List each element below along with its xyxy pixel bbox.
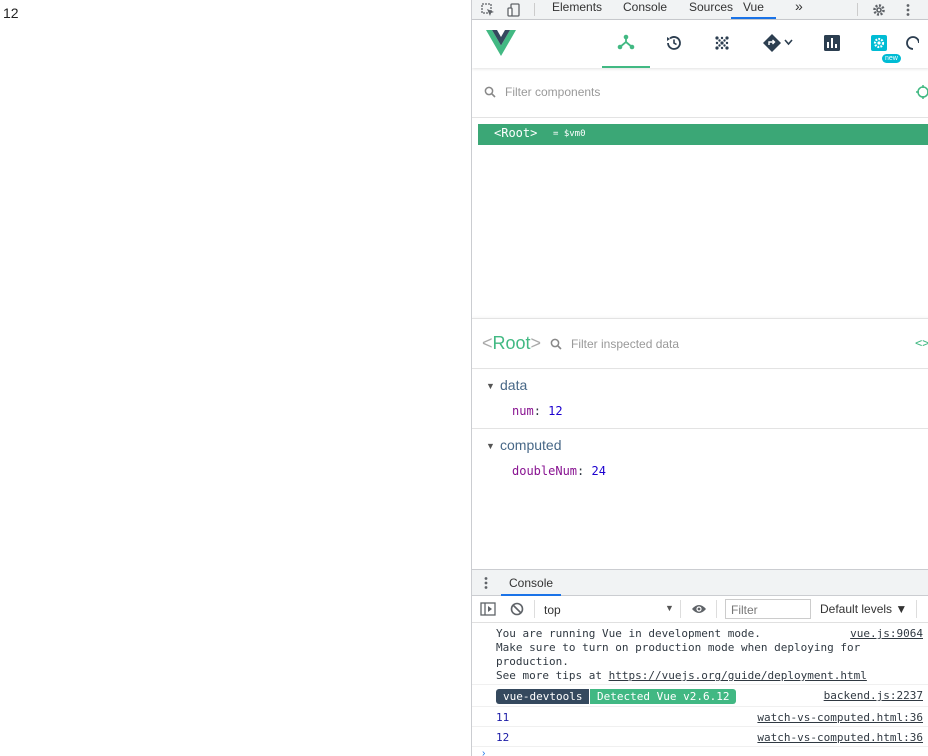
devtools-tabbar: Elements Console Sources Vue » [472,0,928,20]
inspect-element-icon[interactable] [478,0,498,19]
refresh-tab[interactable] [905,20,928,68]
inspect-dom-code-icon[interactable]: <> [915,336,928,350]
devtools-panel: Elements Console Sources Vue » new Filte… [471,0,928,756]
clear-console-icon[interactable] [510,602,524,619]
js-context-select[interactable]: top [544,603,561,617]
device-toolbar-icon[interactable] [504,0,524,19]
events-dots-icon [713,34,731,55]
message-line: production. [496,655,569,668]
show-sidebar-icon[interactable] [480,602,496,619]
components-filter-bar: Filter components [472,68,928,118]
console-message: backend.js:2237 [472,686,928,707]
console-log-row: 12 watch-vs-computed.html:36 [472,727,928,747]
log-value: 12 [496,731,510,744]
toolbar-divider [680,600,681,618]
tabbar-divider [857,3,858,16]
bracket-open: < [482,333,493,353]
performance-tab[interactable] [808,20,856,68]
console-messages: You are running Vue in development mode.… [472,623,928,756]
component-tree-row-root[interactable]: <Root> = $vm0 [478,124,928,145]
message-line: You are running Vue in development mode. [496,627,761,640]
message-text: See more tips at [496,669,609,682]
data-prop-num: num: 12 [512,404,563,418]
search-icon [484,86,496,101]
computed-section: ▼ computed doubleNum: 24 [472,429,928,489]
console-log-row: 11 watch-vs-computed.html:36 [472,707,928,727]
bar-chart-icon [823,34,841,55]
collapse-arrow-icon[interactable]: ▼ [486,381,495,391]
drawer-tab-console[interactable]: Console [501,570,562,596]
inspected-component-name: Root [492,333,531,353]
drawer-menu-icon[interactable] [484,576,488,593]
page-output-text: 12 [3,5,19,21]
log-levels-dropdown[interactable]: Default levels ▼ [820,602,907,616]
message-line: Make sure to turn on production mode whe… [496,641,861,654]
collapse-arrow-icon[interactable]: ▼ [486,441,495,451]
message-line: See more tips at https://vuejs.org/guide… [496,669,867,683]
tab-elements[interactable]: Elements [552,0,602,19]
console-toolbar: top ▼ Filter Default levels ▼ [472,596,928,623]
caret-down-icon: ▼ [665,603,674,613]
settings-gear-icon[interactable] [869,0,889,19]
tabbar-divider [534,3,535,16]
components-tree-icon [617,33,635,54]
refresh-icon [905,34,920,55]
toolbar-divider [916,600,917,618]
toolbar-divider [716,600,717,618]
routing-tab[interactable] [752,20,804,68]
console-message: You are running Vue in development mode.… [472,623,928,685]
log-value: 11 [496,711,510,724]
prop-key: doubleNum [512,464,578,478]
page-viewport: 12 [0,0,471,756]
data-section-title[interactable]: data [500,377,527,393]
message-source-link[interactable]: watch-vs-computed.html:36 [757,711,923,724]
filter-components-input[interactable]: Filter components [505,85,600,99]
vue-devtools-toolbar: new [472,20,928,68]
toolbar-divider [534,600,535,618]
message-source-link[interactable]: backend.js:2237 [824,689,923,702]
search-icon [550,338,562,353]
deployment-guide-link[interactable]: https://vuejs.org/guide/deployment.html [609,669,867,682]
inspector-header: <Root> Filter inspected data <> [472,318,928,369]
new-badge: new [882,54,901,63]
data-section: ▼ data num: 12 [472,369,928,428]
prop-value[interactable]: 12 [548,404,562,418]
history-icon [665,34,683,55]
tab-vue[interactable]: Vue [731,0,776,19]
console-filter-input[interactable]: Filter [725,599,811,619]
customize-menu-icon[interactable] [898,0,918,19]
tab-console[interactable]: Console [623,0,667,19]
drawer-tabbar: Console [472,569,928,596]
components-tab[interactable] [602,20,650,68]
vuex-history-tab[interactable] [650,20,698,68]
bracket-close: > [530,333,542,353]
more-tabs-icon[interactable]: » [795,0,803,19]
computed-section-title[interactable]: computed [500,437,561,453]
filter-placeholder: Filter [731,603,758,617]
routing-signpost-icon [763,33,793,55]
tab-sources[interactable]: Sources [689,0,733,19]
select-component-target-icon[interactable] [916,85,928,102]
prop-value: 24 [591,464,606,478]
root-component-label: <Root> [494,126,538,140]
filter-inspected-data-input[interactable]: Filter inspected data [571,337,679,351]
prop-key: num [512,404,534,418]
root-vm-reference: = $vm0 [553,129,586,139]
events-tab[interactable] [698,20,746,68]
vue-logo-icon [486,30,516,59]
message-source-link[interactable]: vue.js:9064 [850,627,923,640]
computed-prop-doublenum: doubleNum: 24 [512,464,606,478]
console-prompt-icon[interactable]: › [482,748,485,756]
inspected-component-title: <Root> [482,333,541,354]
live-expression-eye-icon[interactable] [691,603,707,618]
settings-cog-icon [870,34,888,55]
message-source-link[interactable]: watch-vs-computed.html:36 [757,731,923,744]
